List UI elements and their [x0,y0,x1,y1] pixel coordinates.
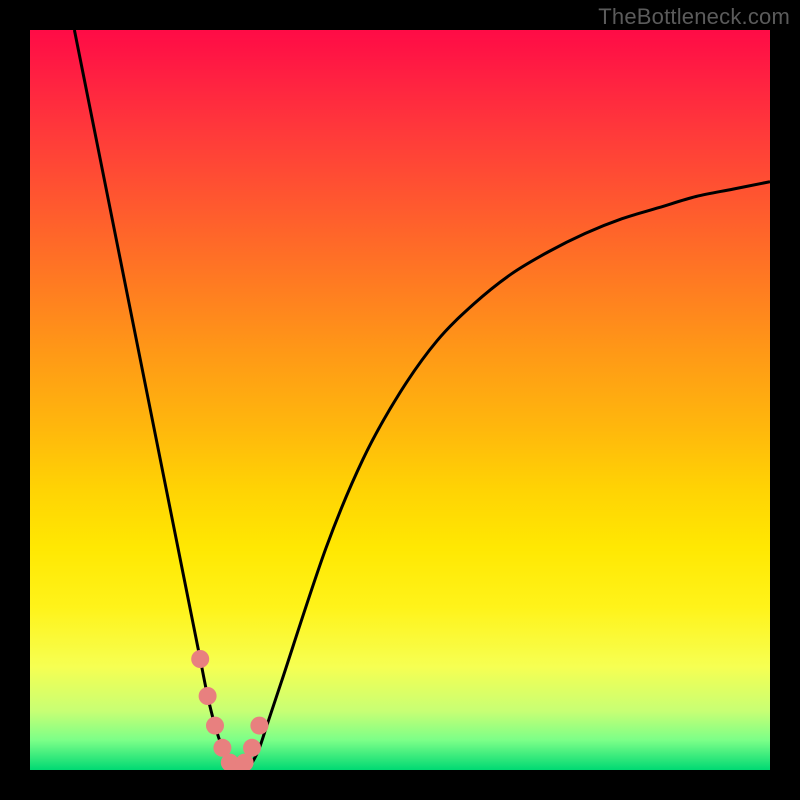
bottleneck-curve-path [74,30,770,770]
plot-area [30,30,770,770]
highlight-dot [199,687,217,705]
curve-layer [30,30,770,770]
highlight-dot [243,739,261,757]
bottleneck-curve [74,30,770,770]
chart-frame: TheBottleneck.com [0,0,800,800]
watermark-text: TheBottleneck.com [598,4,790,30]
highlight-dot [250,717,268,735]
highlight-dot [206,717,224,735]
highlight-dot [191,650,209,668]
